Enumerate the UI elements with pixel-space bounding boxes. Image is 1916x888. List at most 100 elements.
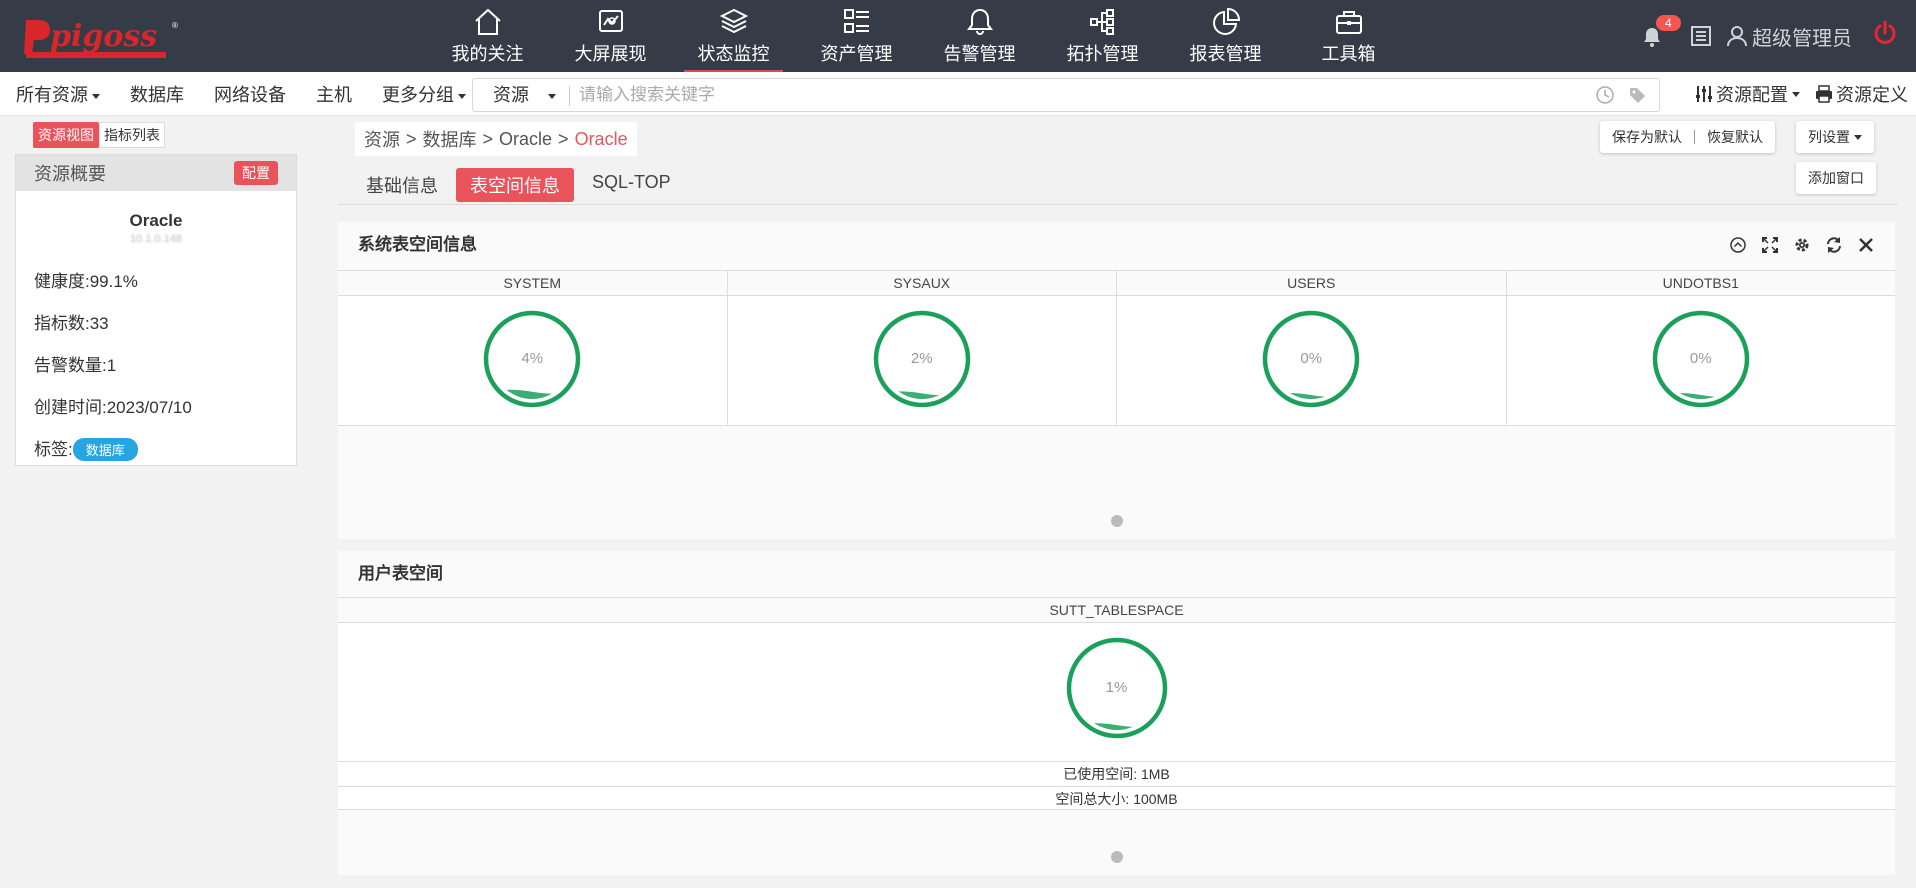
usage-gauge: 1%: [1065, 636, 1169, 740]
right-menu: 资源配置 资源定义: [1694, 72, 1916, 116]
nav-item-0[interactable]: 我的关注: [426, 0, 549, 72]
metrics-list-button[interactable]: 指标列表: [99, 122, 165, 148]
button-separator: [1694, 130, 1695, 144]
usage-gauge: 2%: [872, 309, 972, 409]
breadcrumb-sep: >: [406, 128, 417, 149]
caret-down-icon: [458, 93, 466, 99]
power-icon: [1874, 20, 1896, 44]
layers-icon: [719, 8, 748, 33]
tab-sql-top[interactable]: SQL-TOP: [578, 168, 685, 202]
add-window-button[interactable]: 添加窗口: [1796, 162, 1876, 194]
notification-button[interactable]: 4: [1638, 15, 1681, 51]
search-input[interactable]: [579, 81, 1539, 109]
usage-gauge: 0%: [1651, 309, 1751, 409]
panel-tools: [1729, 236, 1875, 254]
gear-icon[interactable]: [1793, 236, 1811, 254]
fullscreen-icon[interactable]: [1761, 236, 1779, 254]
nav-label: 大屏展现: [574, 43, 647, 64]
resource-summary-panel: 资源概要 配置 Oracle 10.1.0.148 健康度:99.1% 指标数:…: [15, 154, 297, 466]
user-name: 超级管理员: [1752, 27, 1852, 50]
pager-dot[interactable]: [1110, 515, 1123, 527]
total-space-row: 空间总大小: 100MB: [338, 786, 1895, 810]
restore-default-button[interactable]: 恢复默认: [1707, 127, 1763, 147]
tag-row: 标签: 数据库: [34, 435, 296, 461]
close-icon[interactable]: [1857, 236, 1875, 254]
home-icon: [474, 8, 501, 35]
nav-label: 工具箱: [1321, 43, 1376, 64]
resource-menu: 所有资源 数据库 网络设备 主机 更多分组: [16, 72, 496, 116]
refresh-icon[interactable]: [1825, 236, 1843, 254]
topology-icon: [1089, 8, 1114, 35]
view-toggle: 资源视图 指标列表: [33, 122, 165, 148]
system-tablespace-grid: SYSTEM 4% SYSAUX 2% USERS 0% UNDOTBS1 0%: [338, 270, 1895, 426]
metric-count-stat: 指标数:33: [34, 314, 109, 333]
tablespace-cell: UNDOTBS1 0%: [1506, 271, 1895, 425]
user-tablespace-panel: 用户表空间 SUTT_TABLESPACE 1% 已使用空间: 1MB 空间总大…: [338, 551, 1895, 875]
column-settings-button[interactable]: 列设置: [1796, 121, 1874, 153]
nav-item-7[interactable]: 工具箱: [1287, 0, 1410, 72]
search-scope-select[interactable]: 资源: [493, 79, 557, 111]
menu-host[interactable]: 主机: [316, 81, 352, 107]
tablespace-cell: SYSAUX 2%: [727, 271, 1117, 425]
save-default-button[interactable]: 保存为默认: [1612, 127, 1682, 147]
user-tablespace-grid: SUTT_TABLESPACE 1%: [338, 597, 1895, 763]
user-icon: [1727, 26, 1747, 47]
nav-item-4[interactable]: 告警管理: [918, 0, 1041, 72]
default-settings-group: 保存为默认 恢复默认: [1600, 121, 1775, 153]
gauge-percent: 0%: [1689, 350, 1712, 367]
contacts-icon[interactable]: [1690, 25, 1712, 47]
tag-icon[interactable]: [1627, 85, 1647, 105]
tabs-divider: [338, 204, 1898, 205]
tablespace-cell: SUTT_TABLESPACE 1%: [338, 598, 1895, 762]
secondary-bar: 所有资源 数据库 网络设备 主机 更多分组 资源 请输入搜索关键字 资源配置 资…: [0, 72, 1916, 116]
resource-config-button[interactable]: 资源配置: [1694, 81, 1800, 107]
config-button[interactable]: 配置: [234, 161, 278, 185]
used-space-row: 已使用空间: 1MB: [338, 761, 1895, 785]
nav-label: 我的关注: [451, 43, 524, 64]
notification-badge: 4: [1656, 15, 1681, 31]
history-icon[interactable]: [1595, 85, 1615, 105]
svg-text:pigoss: pigoss: [50, 19, 157, 54]
main-nav: 我的关注 大屏展现 状态监控 资产管理 告警管理 拓扑管理 报表管理 工具箱: [426, 0, 1410, 72]
tab-basic-info[interactable]: 基础信息: [352, 168, 452, 202]
menu-network-device[interactable]: 网络设备: [214, 81, 286, 107]
user-menu[interactable]: 超级管理员: [1726, 22, 1852, 51]
collapse-icon[interactable]: [1729, 236, 1747, 254]
menu-all-resources[interactable]: 所有资源: [16, 81, 100, 107]
bell-icon: [966, 8, 993, 35]
tab-tablespace-info[interactable]: 表空间信息: [456, 168, 574, 202]
nav-label: 告警管理: [943, 43, 1016, 64]
pager-dot[interactable]: [1110, 851, 1123, 863]
menu-more-groups[interactable]: 更多分组: [382, 81, 466, 107]
resource-define-button[interactable]: 资源定义: [1814, 81, 1908, 107]
breadcrumb-item[interactable]: Oracle: [499, 129, 552, 150]
breadcrumb-sep: >: [558, 128, 569, 149]
pigoss-logo[interactable]: pigoss ®: [22, 14, 182, 60]
resource-view-button[interactable]: 资源视图: [33, 122, 99, 148]
created-time-stat: 创建时间:2023/07/10: [34, 398, 192, 417]
search-box: 资源: [472, 78, 1660, 112]
caret-down-icon: [1854, 134, 1862, 140]
nav-item-2[interactable]: 状态监控: [672, 0, 795, 72]
nav-item-5[interactable]: 拓扑管理: [1041, 0, 1164, 72]
detail-tabs: 基础信息 表空间信息 SQL-TOP: [352, 168, 689, 202]
panel-title: 用户表空间: [358, 564, 443, 583]
tag-badge[interactable]: 数据库: [72, 438, 138, 461]
usage-gauge: 4%: [482, 309, 582, 409]
breadcrumb-item[interactable]: 数据库: [423, 126, 477, 152]
resource-name: Oracle: [129, 211, 183, 230]
tablespace-name: USERS: [1117, 271, 1506, 296]
breadcrumb-item[interactable]: 资源: [364, 126, 400, 152]
tablespace-name: SYSAUX: [727, 271, 1116, 296]
toolbox-icon: [1335, 10, 1362, 34]
logout-button[interactable]: [1872, 20, 1898, 52]
health-stat: 健康度:99.1%: [34, 272, 138, 291]
menu-database[interactable]: 数据库: [130, 81, 184, 107]
nav-item-3[interactable]: 资产管理: [795, 0, 918, 72]
nav-label: 状态监控: [697, 43, 770, 64]
nav-item-1[interactable]: 大屏展现: [549, 0, 672, 72]
printer-icon: [1816, 85, 1832, 103]
system-tablespace-panel: 系统表空间信息 SYSTEM 4% SYSAUX 2% USERS 0% UNDOTBS1 0…: [338, 222, 1895, 539]
search-divider: [569, 86, 570, 106]
nav-item-6[interactable]: 报表管理: [1164, 0, 1287, 72]
